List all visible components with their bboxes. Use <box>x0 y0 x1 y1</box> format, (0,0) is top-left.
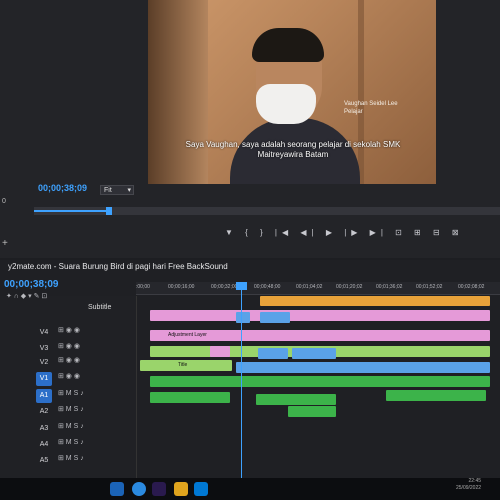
clock-date: 25/09/2022 <box>456 485 482 491</box>
subtitle-track-label: Subtitle <box>88 304 112 311</box>
taskbar-clock[interactable]: 22:45 25/09/2022 <box>456 478 481 492</box>
chevron-down-icon: ▾ <box>127 187 131 194</box>
clip-label: Adjustment Layer <box>168 332 207 338</box>
v4-controls[interactable]: ⊞ ◉ ◉ <box>58 326 80 334</box>
a5-controls[interactable]: ⊞ M S ♪ <box>58 454 84 462</box>
a4-controls[interactable]: ⊞ M S ♪ <box>58 438 84 446</box>
face-mask <box>256 84 316 124</box>
clip-light-green[interactable]: Title <box>140 360 232 371</box>
clip-pink[interactable] <box>210 346 230 357</box>
panel-edge-icon: 0 <box>2 198 6 205</box>
clip-adjustment-layer[interactable]: Adjustment Layer <box>150 330 490 341</box>
track-a1[interactable]: A1 <box>36 389 52 403</box>
v2-controls[interactable]: ⊞ ◉ ◉ <box>58 356 80 364</box>
track-headers <box>0 296 137 478</box>
premiere-icon[interactable] <box>152 482 166 496</box>
name-tag-name: Vaughan Seidel Lee <box>344 101 398 107</box>
a1-controls[interactable]: ⊞ M S ♪ <box>58 389 84 397</box>
scrubber-progress <box>34 210 106 212</box>
clock-time: 22:45 <box>468 478 482 484</box>
clip-blue[interactable] <box>260 312 290 323</box>
chrome-icon[interactable] <box>132 482 146 496</box>
clip-audio-a1[interactable] <box>150 392 230 403</box>
name-tag-role: Pelajar <box>344 109 363 115</box>
edge-icon[interactable] <box>110 482 124 496</box>
transport-controls[interactable]: ▼ { } |◀ ◀| ▶ |▶ ▶| ⊡ ⊞ ⊟ ⊠ <box>225 228 464 238</box>
clip-audio-a1[interactable] <box>256 394 336 405</box>
clip-blue[interactable] <box>292 348 336 359</box>
clip-blue[interactable] <box>258 348 288 359</box>
clip-orange[interactable] <box>260 296 490 306</box>
clip-blue[interactable] <box>236 312 250 323</box>
store-icon[interactable] <box>194 482 208 496</box>
zoom-fit-select[interactable]: Fit ▾ <box>100 185 134 195</box>
clip-audio-a2[interactable] <box>288 406 336 417</box>
ruler-tick: 00;01;52;02 <box>416 284 443 290</box>
track-a5[interactable]: A5 <box>36 454 52 468</box>
add-icon[interactable]: + <box>2 238 8 249</box>
track-v1[interactable]: V1 <box>36 372 52 386</box>
track-v2[interactable]: V2 <box>36 356 52 370</box>
ruler-tick: 00;01;20;02 <box>336 284 363 290</box>
program-timecode[interactable]: 00;00;38;09 <box>38 183 87 193</box>
snap-icon[interactable]: ✦ ∩ ◆ ▾ ✎ ⊡ <box>6 292 47 300</box>
video-frame: Vaughan Seidel Lee Pelajar Saya Vaughan,… <box>148 0 436 184</box>
clip-audio-a1[interactable] <box>386 390 486 401</box>
ruler-tick: 00;00;32;00 <box>211 284 238 290</box>
name-lower-third: Vaughan Seidel Lee Pelajar <box>344 100 424 116</box>
ruler-tick: 00;02;08;02 <box>458 284 485 290</box>
clip-green[interactable] <box>150 376 490 387</box>
playhead-line[interactable] <box>241 282 242 478</box>
track-v3[interactable]: V3 <box>36 342 52 356</box>
subtitle-caption: Saya Vaughan, saya adalah seorang pelaja… <box>158 140 428 160</box>
track-a4[interactable]: A4 <box>36 438 52 452</box>
fit-label: Fit <box>104 187 112 194</box>
file-explorer-icon[interactable] <box>174 482 188 496</box>
ruler-tick: 00;00;16;00 <box>168 284 195 290</box>
ruler-tick: :00;00 <box>136 284 150 290</box>
program-scrubber[interactable] <box>34 207 500 215</box>
track-a3[interactable]: A3 <box>36 422 52 436</box>
time-ruler[interactable]: :00;00 00;00;16;00 00;00;32;00 00;00;48;… <box>136 282 500 295</box>
a3-controls[interactable]: ⊞ M S ♪ <box>58 422 84 430</box>
person-hair <box>252 28 324 62</box>
track-v4[interactable]: V4 <box>36 326 52 340</box>
caption-line-1: Saya Vaughan, saya adalah seorang pelaja… <box>185 140 401 149</box>
track-a2[interactable]: A2 <box>36 405 52 419</box>
ruler-tick: 00;00;48;00 <box>254 284 281 290</box>
timeline-timecode[interactable]: 00;00;38;09 <box>4 279 58 290</box>
clip-pink[interactable] <box>150 310 490 321</box>
v1-controls[interactable]: ⊞ ◉ ◉ <box>58 372 80 380</box>
sequence-title[interactable]: y2mate.com - Suara Burung Bird di pagi h… <box>8 262 228 271</box>
caption-line-2: Maitreyawira Batam <box>257 150 329 159</box>
scrubber-playhead[interactable] <box>106 207 112 215</box>
clip-label: Title <box>178 362 188 368</box>
a2-controls[interactable]: ⊞ M S ♪ <box>58 405 84 413</box>
program-monitor-panel: Vaughan Seidel Lee Pelajar Saya Vaughan,… <box>0 0 500 258</box>
os-taskbar <box>0 478 500 500</box>
ruler-tick: 00;01;36;02 <box>376 284 403 290</box>
clip-blue[interactable] <box>236 362 490 373</box>
ruler-tick: 00;01;04;02 <box>296 284 323 290</box>
v3-controls[interactable]: ⊞ ◉ ◉ <box>58 342 80 350</box>
editor-screen: Vaughan Seidel Lee Pelajar Saya Vaughan,… <box>0 0 500 478</box>
